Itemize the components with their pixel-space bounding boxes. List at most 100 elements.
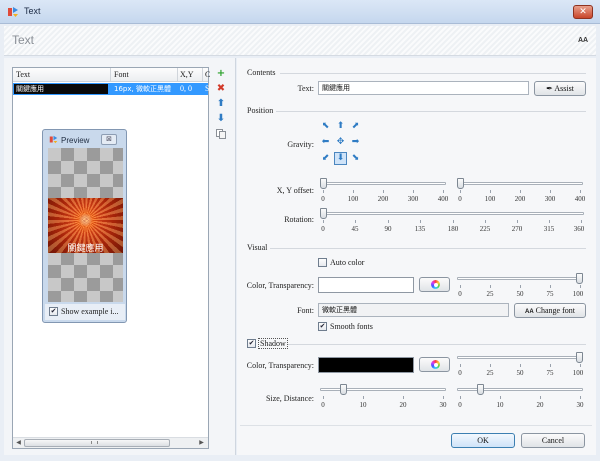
slider-thumb[interactable] — [477, 384, 484, 395]
rotation-label: Rotation: — [284, 215, 314, 224]
x-offset-slider[interactable]: 0 100 200 300 400 — [320, 176, 450, 206]
color-picker-button[interactable] — [419, 277, 450, 292]
gravity-bottom-icon[interactable]: ⬇ — [334, 152, 347, 165]
title-bar — [0, 0, 600, 24]
text-transparency-slider[interactable]: 0 25 50 75 100 — [457, 271, 587, 301]
tick-label: 0 — [458, 290, 462, 298]
preview-sample-text: 關鍵應用 — [67, 244, 104, 254]
preview-close-button[interactable]: ⊠ — [101, 134, 117, 145]
auto-color-checkbox[interactable] — [318, 258, 327, 267]
horizontal-scrollbar[interactable]: ◀ ▶ — [13, 437, 208, 448]
slider-thumb[interactable] — [457, 178, 464, 189]
column-header-font[interactable]: Font — [114, 70, 129, 79]
gravity-top-right-icon[interactable]: ⬈ — [351, 122, 360, 131]
shadow-transparency-slider[interactable]: 0 25 50 75 100 — [457, 350, 587, 380]
slider-tick — [580, 396, 581, 399]
cell-text: 關鍵應用 — [16, 85, 44, 93]
size-distance-label: Size, Distance: — [266, 394, 314, 403]
tick-label: 25 — [486, 290, 494, 298]
column-header-c[interactable]: C — [205, 70, 210, 79]
assist-button[interactable]: ✒ Assist — [534, 81, 586, 96]
slider-tick — [388, 220, 389, 223]
slider-tick — [520, 190, 521, 193]
gravity-right-icon[interactable]: ➡ — [351, 138, 360, 147]
scroll-left-icon[interactable]: ◀ — [14, 439, 23, 447]
tick-label: 0 — [458, 401, 462, 409]
tick-label: 100 — [572, 369, 584, 377]
y-offset-slider[interactable]: 0 100 200 300 400 — [457, 176, 587, 206]
ok-button[interactable]: OK — [451, 433, 515, 448]
slider-tick — [443, 396, 444, 399]
gravity-bottom-left-icon[interactable]: ⬋ — [321, 154, 330, 163]
font-size-icon[interactable]: AA — [578, 37, 588, 44]
gravity-left-icon[interactable]: ⬅ — [321, 138, 330, 147]
slider-tick — [517, 220, 518, 223]
gravity-top-left-icon[interactable]: ⬉ — [321, 122, 330, 131]
tick-label: 200 — [377, 195, 389, 203]
tick-label: 270 — [511, 225, 523, 233]
slider-thumb[interactable] — [576, 352, 583, 363]
color-wheel-center — [433, 282, 438, 287]
move-down-icon[interactable]: ⬇ — [216, 114, 226, 124]
color-wheel-icon — [431, 280, 440, 289]
slider-thumb[interactable] — [576, 273, 583, 284]
copy-icon[interactable] — [216, 129, 226, 139]
tick-label: 360 — [573, 225, 585, 233]
slider-tick — [323, 220, 324, 223]
add-icon[interactable]: + — [216, 69, 226, 79]
font-name-field: 微軟正黑體 — [318, 303, 509, 317]
slider-thumb[interactable] — [320, 208, 327, 219]
slider-tick — [453, 220, 454, 223]
position-section-title: Position — [247, 106, 274, 115]
move-up-icon[interactable]: ⬆ — [216, 99, 226, 109]
divider — [270, 248, 586, 249]
gravity-top-icon[interactable]: ⬆ — [336, 122, 345, 131]
text-color-swatch[interactable] — [318, 277, 414, 293]
cell-font: 16px, 微軟正黑體 — [114, 85, 171, 93]
shadow-size-slider[interactable]: 0 10 20 30 — [320, 382, 450, 412]
slider-thumb[interactable] — [320, 178, 327, 189]
shadow-distance-slider[interactable]: 0 10 20 30 — [457, 382, 587, 412]
rotation-slider[interactable]: 0 45 90 135 180 225 270 315 360 — [320, 206, 588, 236]
shadow-color-picker-button[interactable] — [419, 357, 450, 372]
shadow-checkbox[interactable]: ✔ — [247, 339, 256, 348]
text-input[interactable]: 關鍵應用 — [318, 81, 529, 95]
delete-icon[interactable]: ✖ — [216, 84, 226, 94]
tick-label: 315 — [543, 225, 555, 233]
list-row-selected[interactable]: 關鍵應用 16px, 微軟正黑體 0, 0 S — [13, 83, 209, 95]
shadow-section-title[interactable]: Shadow — [258, 338, 288, 349]
tick-label: 25 — [486, 369, 494, 377]
tick-label: 20 — [536, 401, 544, 409]
column-separator[interactable] — [110, 68, 111, 82]
gravity-bottom-right-icon[interactable]: ⬊ — [351, 154, 360, 163]
slider-track — [320, 182, 446, 185]
scroll-right-icon[interactable]: ▶ — [197, 439, 206, 447]
contents-section-title: Contents — [247, 68, 276, 77]
assist-label: Assist — [554, 84, 574, 93]
column-header-text[interactable]: Text — [16, 70, 30, 79]
slider-thumb[interactable] — [340, 384, 347, 395]
slider-tick — [580, 285, 581, 288]
slider-tick — [383, 190, 384, 193]
slider-tick — [490, 190, 491, 193]
column-separator[interactable] — [202, 68, 203, 82]
tick-label: 300 — [407, 195, 419, 203]
gravity-center-icon[interactable]: ✥ — [336, 138, 345, 147]
tick-label: 10 — [496, 401, 504, 409]
slider-track — [457, 388, 583, 391]
tick-label: 225 — [479, 225, 491, 233]
smooth-fonts-checkbox[interactable]: ✔ — [318, 322, 327, 331]
column-separator[interactable] — [177, 68, 178, 82]
app-icon — [7, 6, 19, 18]
column-header-xy[interactable]: X,Y — [180, 70, 194, 79]
show-example-checkbox[interactable]: ✔ — [49, 307, 58, 316]
slider-tick — [443, 190, 444, 193]
close-button[interactable]: ✕ — [573, 5, 593, 19]
change-font-button[interactable]: AA Change font — [514, 303, 586, 318]
tick-label: 75 — [546, 290, 554, 298]
cancel-button[interactable]: Cancel — [521, 433, 585, 448]
slider-tick — [520, 364, 521, 367]
slider-tick — [520, 285, 521, 288]
shadow-color-swatch[interactable] — [318, 357, 414, 373]
slider-tick — [420, 220, 421, 223]
